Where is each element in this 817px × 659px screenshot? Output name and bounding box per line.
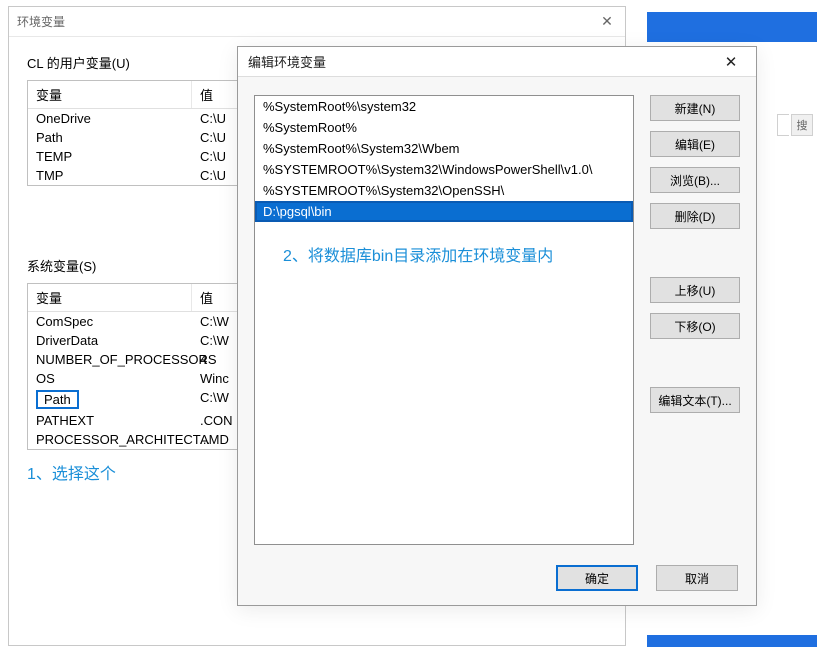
background-frame-edge	[777, 114, 789, 136]
background-blue-bar-top	[647, 12, 817, 42]
background-blue-bar-bottom	[647, 635, 817, 647]
edit-window-footer: 确定 取消	[254, 561, 740, 593]
annotation-2: 2、将数据库bin目录添加在环境变量内	[255, 222, 633, 274]
list-item[interactable]: %SystemRoot%\system32	[255, 96, 633, 117]
delete-button[interactable]: 删除(D)	[650, 203, 740, 229]
list-item[interactable]: %SystemRoot%\System32\Wbem	[255, 138, 633, 159]
side-buttons: 新建(N) 编辑(E) 浏览(B)... 删除(D) 上移(U) 下移(O) 编…	[650, 95, 740, 545]
list-item[interactable]: %SYSTEMROOT%\System32\OpenSSH\	[255, 180, 633, 201]
cell-variable: ComSpec	[28, 312, 192, 331]
edit-env-variable-window: 编辑环境变量 ✕ %SystemRoot%\system32%SystemRoo…	[237, 46, 757, 606]
move-up-button[interactable]: 上移(U)	[650, 277, 740, 303]
ok-button[interactable]: 确定	[556, 565, 638, 591]
header-variable: 变量	[28, 284, 192, 311]
cell-variable: OS	[28, 369, 192, 388]
move-down-button[interactable]: 下移(O)	[650, 313, 740, 339]
edit-window-titlebar: 编辑环境变量 ✕	[238, 47, 756, 77]
search-icon[interactable]: 搜	[791, 114, 813, 136]
highlight-box: Path	[36, 390, 79, 409]
cell-variable: TEMP	[28, 147, 192, 166]
path-listbox[interactable]: %SystemRoot%\system32%SystemRoot%%System…	[254, 95, 634, 545]
cell-variable: DriverData	[28, 331, 192, 350]
cell-variable: TMP	[28, 166, 192, 185]
edit-window-title: 编辑环境变量	[248, 52, 326, 71]
env-window-titlebar: 环境变量 ✕	[9, 7, 625, 37]
close-icon[interactable]: ✕	[716, 51, 746, 73]
cell-variable: NUMBER_OF_PROCESSORS	[28, 350, 192, 369]
cell-variable: Path	[28, 388, 192, 411]
list-item[interactable]: %SystemRoot%	[255, 117, 633, 138]
list-item[interactable]: %SYSTEMROOT%\System32\WindowsPowerShell\…	[255, 159, 633, 180]
cell-variable: PROCESSOR_ARCHITECT...	[28, 430, 192, 449]
header-variable: 变量	[28, 81, 192, 108]
browse-button[interactable]: 浏览(B)...	[650, 167, 740, 193]
new-button[interactable]: 新建(N)	[650, 95, 740, 121]
list-item[interactable]: D:\pgsql\bin	[255, 201, 633, 222]
env-window-title: 环境变量	[17, 13, 65, 30]
close-icon[interactable]: ✕	[597, 12, 617, 32]
edit-button[interactable]: 编辑(E)	[650, 131, 740, 157]
cancel-button[interactable]: 取消	[656, 565, 738, 591]
cell-variable: OneDrive	[28, 109, 192, 128]
edit-text-button[interactable]: 编辑文本(T)...	[650, 387, 740, 413]
cell-variable: Path	[28, 128, 192, 147]
cell-variable: PATHEXT	[28, 411, 192, 430]
